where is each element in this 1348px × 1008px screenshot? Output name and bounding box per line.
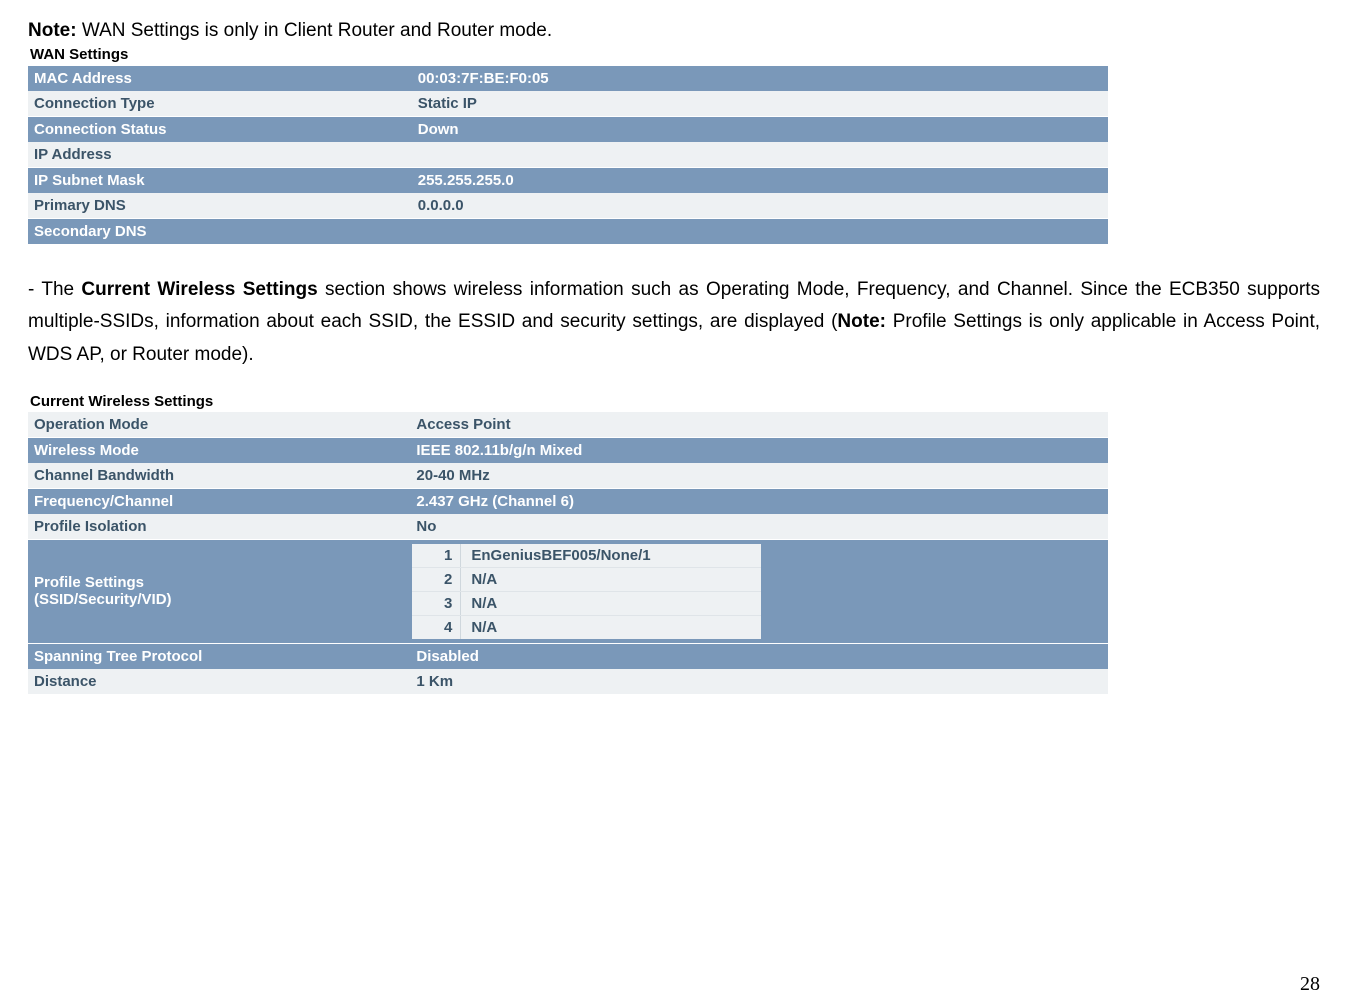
table-row: IP Subnet Mask255.255.255.0 bbox=[28, 168, 1108, 194]
row-label: IP Address bbox=[28, 142, 412, 168]
table-row: Primary DNS0.0.0.0 bbox=[28, 193, 1108, 219]
row-value: 1 Km bbox=[410, 669, 1108, 694]
row-value: 2.437 GHz (Channel 6) bbox=[410, 488, 1108, 514]
note-text: WAN Settings is only in Client Router an… bbox=[77, 20, 553, 41]
table-row: Frequency/Channel2.437 GHz (Channel 6) bbox=[28, 488, 1108, 514]
row-label: MAC Address bbox=[28, 66, 412, 92]
row-value: Disabled bbox=[410, 643, 1108, 669]
table-row: Profile Settings (SSID/Security/VID) 1En… bbox=[28, 539, 1108, 643]
para-lead: - The bbox=[28, 279, 81, 300]
profile-idx: 4 bbox=[412, 616, 461, 639]
para-bold2: Note: bbox=[837, 311, 886, 332]
profile-list: 1EnGeniusBEF005/None/1 2N/A 3N/A 4N/A bbox=[412, 544, 761, 639]
row-label: IP Subnet Mask bbox=[28, 168, 412, 194]
wireless-settings-table: Operation ModeAccess Point Wireless Mode… bbox=[28, 412, 1108, 694]
profile-idx: 2 bbox=[412, 568, 461, 591]
row-value: Access Point bbox=[410, 412, 1108, 438]
row-label: Frequency/Channel bbox=[28, 488, 410, 514]
profile-settings-label: Profile Settings (SSID/Security/VID) bbox=[28, 539, 410, 643]
profile-val: N/A bbox=[461, 568, 761, 591]
row-value bbox=[412, 142, 1108, 168]
para-bold1: Current Wireless Settings bbox=[81, 279, 317, 300]
table-row: Spanning Tree ProtocolDisabled bbox=[28, 643, 1108, 669]
table-row: Distance1 Km bbox=[28, 669, 1108, 694]
table-row: Profile IsolationNo bbox=[28, 514, 1108, 540]
list-item: 2N/A bbox=[412, 568, 761, 592]
row-label: Spanning Tree Protocol bbox=[28, 643, 410, 669]
list-item: 1EnGeniusBEF005/None/1 bbox=[412, 544, 761, 568]
table-row: Channel Bandwidth20-40 MHz bbox=[28, 463, 1108, 489]
row-label: Secondary DNS bbox=[28, 219, 412, 245]
row-label: Channel Bandwidth bbox=[28, 463, 410, 489]
row-value bbox=[412, 219, 1108, 245]
wireless-paragraph: - The Current Wireless Settings section … bbox=[28, 274, 1320, 371]
profile-label-l2: (SSID/Security/VID) bbox=[34, 591, 172, 608]
table-row: Connection TypeStatic IP bbox=[28, 91, 1108, 117]
table-row: Operation ModeAccess Point bbox=[28, 412, 1108, 438]
profile-val: N/A bbox=[461, 616, 761, 639]
row-label: Primary DNS bbox=[28, 193, 412, 219]
table-row: MAC Address00:03:7F:BE:F0:05 bbox=[28, 66, 1108, 92]
profile-val: EnGeniusBEF005/None/1 bbox=[461, 544, 761, 567]
row-label: Profile Isolation bbox=[28, 514, 410, 540]
table-row: Connection StatusDown bbox=[28, 117, 1108, 143]
row-value: Down bbox=[412, 117, 1108, 143]
profile-label-l1: Profile Settings bbox=[34, 574, 144, 591]
list-item: 4N/A bbox=[412, 616, 761, 639]
note-prefix: Note: bbox=[28, 20, 77, 41]
row-label: Wireless Mode bbox=[28, 437, 410, 463]
row-label: Operation Mode bbox=[28, 412, 410, 438]
row-value: 00:03:7F:BE:F0:05 bbox=[412, 66, 1108, 92]
profile-idx: 1 bbox=[412, 544, 461, 567]
wan-note: Note: WAN Settings is only in Client Rou… bbox=[28, 20, 1320, 42]
list-item: 3N/A bbox=[412, 592, 761, 616]
wan-settings-table: MAC Address00:03:7F:BE:F0:05 Connection … bbox=[28, 65, 1108, 244]
row-value: Static IP bbox=[412, 91, 1108, 117]
wan-settings-title: WAN Settings bbox=[30, 46, 1320, 63]
row-label: Connection Type bbox=[28, 91, 412, 117]
row-value: 20-40 MHz bbox=[410, 463, 1108, 489]
table-row: Wireless ModeIEEE 802.11b/g/n Mixed bbox=[28, 437, 1108, 463]
table-row: Secondary DNS bbox=[28, 219, 1108, 245]
row-value: IEEE 802.11b/g/n Mixed bbox=[410, 437, 1108, 463]
row-label: Distance bbox=[28, 669, 410, 694]
profile-settings-value: 1EnGeniusBEF005/None/1 2N/A 3N/A 4N/A bbox=[410, 539, 1108, 643]
row-value: No bbox=[410, 514, 1108, 540]
row-label: Connection Status bbox=[28, 117, 412, 143]
profile-val: N/A bbox=[461, 592, 761, 615]
row-value: 0.0.0.0 bbox=[412, 193, 1108, 219]
table-row: IP Address bbox=[28, 142, 1108, 168]
profile-idx: 3 bbox=[412, 592, 461, 615]
wireless-settings-title: Current Wireless Settings bbox=[30, 393, 1320, 410]
row-value: 255.255.255.0 bbox=[412, 168, 1108, 194]
page-number: 28 bbox=[1300, 973, 1320, 996]
